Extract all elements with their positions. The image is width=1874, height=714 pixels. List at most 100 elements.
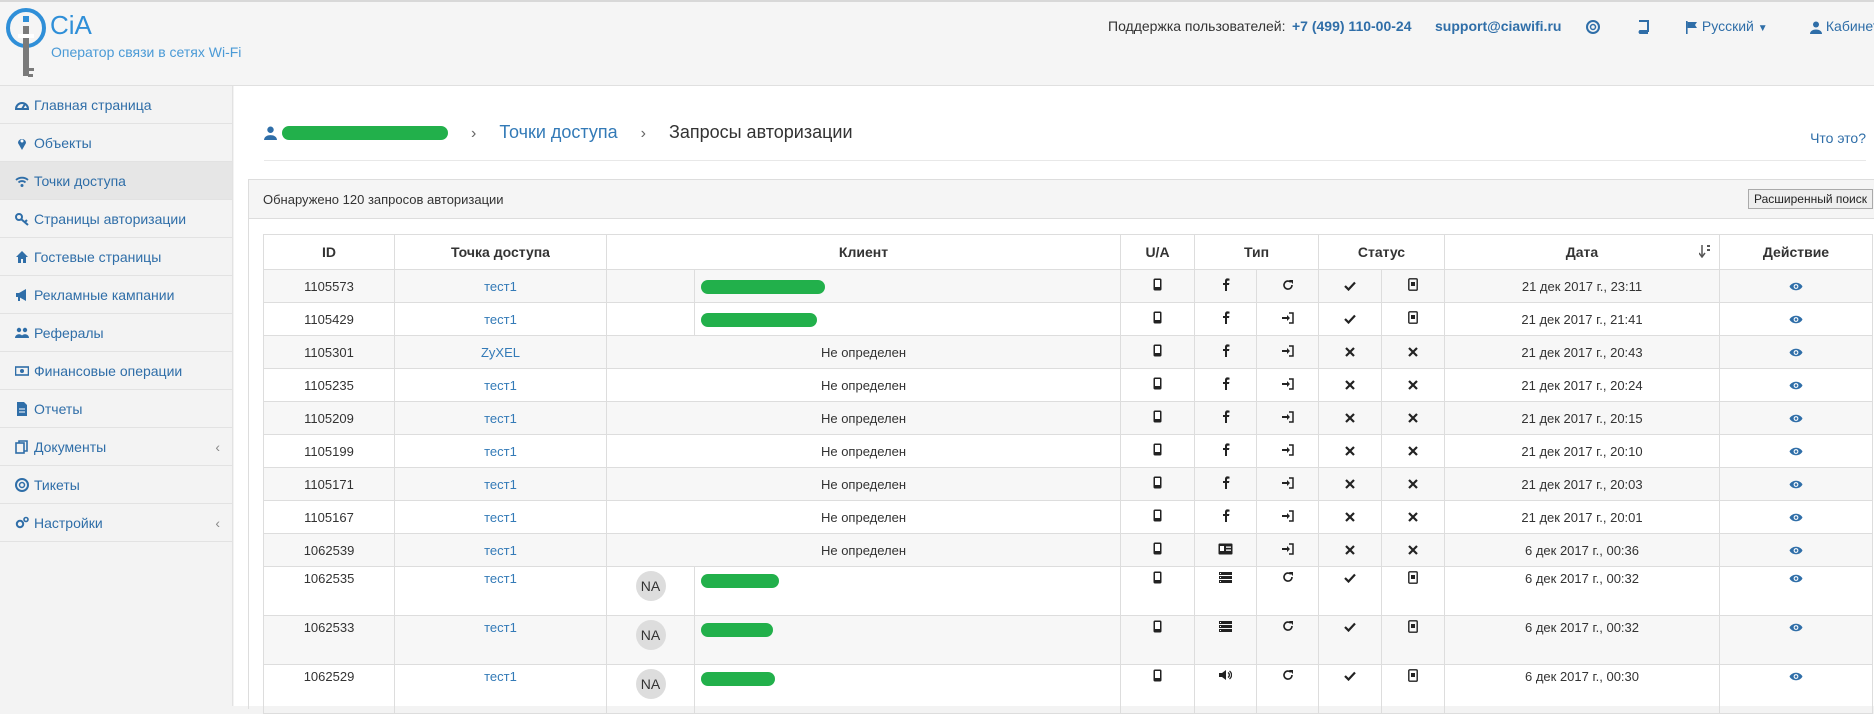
status-cell	[1318, 500, 1382, 534]
client-avatar-cell: NA	[606, 615, 695, 665]
redacted-user-name[interactable]	[282, 126, 449, 141]
lifebuoy-icon	[15, 478, 29, 492]
access-point-link[interactable]: тест1	[484, 444, 517, 459]
date-cell: 21 дек 2017 г., 21:41	[1444, 302, 1720, 336]
mobile-icon[interactable]	[1153, 620, 1162, 636]
access-point-link[interactable]: тест1	[484, 378, 517, 393]
access-point-link[interactable]: тест1	[484, 620, 517, 635]
book-icon[interactable]	[1636, 20, 1650, 34]
redacted-client[interactable]	[701, 573, 779, 588]
mobile-icon[interactable]	[1153, 344, 1162, 360]
advanced-search-button[interactable]: Расширенный поиск	[1748, 189, 1873, 209]
col-header-ua[interactable]: U/A	[1120, 234, 1195, 270]
col-header-client[interactable]: Клиент	[606, 234, 1121, 270]
status-cell	[1318, 269, 1382, 303]
access-point-link[interactable]: тест1	[484, 543, 517, 558]
mobile-icon[interactable]	[1153, 278, 1162, 294]
view-eye-icon[interactable]	[1789, 378, 1803, 393]
view-eye-icon[interactable]	[1789, 444, 1803, 459]
sidebar-item-objects[interactable]: Объекты	[0, 124, 232, 162]
view-eye-icon[interactable]	[1789, 411, 1803, 426]
sort-desc-icon[interactable]	[1699, 244, 1711, 258]
access-point-cell: тест1	[394, 615, 607, 665]
view-eye-icon[interactable]	[1789, 510, 1803, 525]
mobile-icon[interactable]	[1153, 311, 1162, 327]
brand-name[interactable]: CiA	[50, 10, 92, 41]
lifebuoy-icon[interactable]	[1586, 20, 1600, 34]
access-point-link[interactable]: тест1	[484, 477, 517, 492]
mobile-icon[interactable]	[1153, 377, 1162, 393]
access-point-link[interactable]: тест1	[484, 312, 517, 327]
sidebar-item-guest-pages[interactable]: Гостевые страницы	[0, 238, 232, 276]
sidebar-item-dashboard[interactable]: Главная страница	[0, 86, 232, 124]
view-eye-icon[interactable]	[1789, 620, 1803, 635]
view-eye-icon[interactable]	[1789, 477, 1803, 492]
sidebar-item-ad-campaigns[interactable]: Рекламные кампании	[0, 276, 232, 314]
mobile-icon[interactable]	[1153, 571, 1162, 587]
support-email-link[interactable]: support@ciawifi.ru	[1435, 18, 1561, 34]
view-eye-icon[interactable]	[1789, 571, 1803, 586]
redacted-client[interactable]	[701, 622, 773, 637]
col-header-type[interactable]: Тип	[1194, 234, 1319, 270]
what-is-this-link[interactable]: Что это?	[1810, 130, 1866, 146]
date-cell: 21 дек 2017 г., 20:15	[1444, 401, 1720, 435]
cabinet-label: Кабинет	[1825, 18, 1874, 34]
mobile-icon[interactable]	[1153, 669, 1162, 685]
col-header-status[interactable]: Статус	[1318, 234, 1445, 270]
view-eye-icon[interactable]	[1789, 345, 1803, 360]
redacted-client[interactable]	[701, 312, 817, 327]
col-header-id[interactable]: ID	[263, 234, 395, 270]
redacted-client[interactable]	[701, 279, 825, 294]
times-icon	[1408, 345, 1418, 360]
sidebar-item-settings[interactable]: Настройки ‹	[0, 504, 232, 542]
mobile-icon[interactable]	[1153, 410, 1162, 426]
client-cell: Не определен	[606, 533, 1121, 567]
avatar: NA	[635, 571, 666, 601]
mobile-icon[interactable]	[1153, 542, 1162, 558]
client-cell: Не определен	[606, 500, 1121, 534]
sidebar-item-referrals[interactable]: Рефералы	[0, 314, 232, 352]
access-point-link[interactable]: тест1	[484, 411, 517, 426]
type-cell	[1256, 615, 1319, 665]
sidebar-item-auth-pages[interactable]: Страницы авторизации	[0, 200, 232, 238]
sidebar-item-access-points[interactable]: Точки доступа	[0, 162, 232, 200]
sidebar-item-documents[interactable]: Документы ‹	[0, 428, 232, 466]
support-phone-link[interactable]: +7 (499) 110-00-24	[1292, 18, 1411, 34]
breadcrumb-access-points-link[interactable]: Точки доступа	[499, 122, 617, 142]
times-icon	[1408, 477, 1418, 492]
view-eye-icon[interactable]	[1789, 279, 1803, 294]
file-icon	[17, 402, 27, 416]
redacted-client[interactable]	[701, 671, 775, 686]
brand-logo-icon[interactable]	[4, 6, 48, 86]
mobile-icon[interactable]	[1153, 443, 1162, 459]
access-point-cell: тест1	[394, 368, 607, 402]
type-cell	[1256, 401, 1319, 435]
access-point-link[interactable]: тест1	[484, 510, 517, 525]
table-row: 1062529 тест1 NA 6 дек 2017 г., 00:30	[263, 664, 1873, 714]
home-icon	[16, 251, 28, 263]
language-dropdown[interactable]: Русский ▼	[1685, 18, 1768, 34]
col-header-action[interactable]: Действие	[1719, 234, 1873, 270]
access-point-link[interactable]: тест1	[484, 279, 517, 294]
access-point-link[interactable]: тест1	[484, 571, 517, 586]
type-cell	[1194, 664, 1257, 714]
mobile-icon[interactable]	[1153, 476, 1162, 492]
cabinet-link[interactable]: Кабинет	[1810, 18, 1874, 34]
view-eye-icon[interactable]	[1789, 669, 1803, 684]
view-eye-icon[interactable]	[1789, 312, 1803, 327]
sidebar-item-reports[interactable]: Отчеты	[0, 390, 232, 428]
status-cell	[1318, 335, 1382, 369]
sidebar-item-tickets[interactable]: Тикеты	[0, 466, 232, 504]
col-header-access-point[interactable]: Точка доступа	[394, 234, 607, 270]
sidebar-item-finance[interactable]: Финансовые операции	[0, 352, 232, 390]
breadcrumb-current: Запросы авторизации	[668, 122, 853, 142]
mobile-icon[interactable]	[1153, 509, 1162, 525]
date-cell: 6 дек 2017 г., 00:36	[1444, 533, 1720, 567]
id-cell: 1105235	[263, 368, 395, 402]
col-header-date[interactable]: Дата	[1444, 234, 1720, 270]
access-point-link[interactable]: ZyXEL	[481, 345, 520, 360]
ua-cell	[1120, 467, 1195, 501]
view-eye-icon[interactable]	[1789, 543, 1803, 558]
check-icon	[1344, 312, 1356, 327]
access-point-link[interactable]: тест1	[484, 669, 517, 684]
